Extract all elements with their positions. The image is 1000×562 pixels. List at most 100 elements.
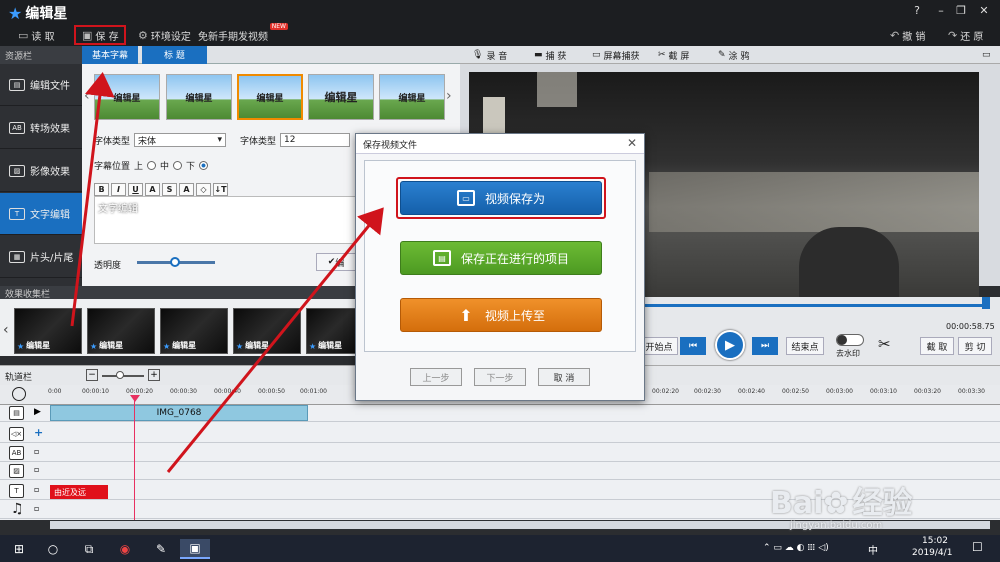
mute-icon: ◁× — [9, 427, 24, 441]
video-bright-area — [649, 172, 979, 232]
play-button[interactable]: ▶ — [715, 330, 745, 360]
effect-thumb[interactable]: ★ 编辑星 — [233, 308, 301, 354]
font-size-input[interactable]: 12 — [280, 133, 351, 147]
chevron-left-icon[interactable]: ‹ — [3, 322, 9, 338]
minimize-button[interactable]: – — [932, 4, 950, 17]
save-button[interactable]: ▣ 保 存 — [74, 25, 126, 45]
rewind-icon[interactable]: ⏮ — [680, 337, 706, 355]
playhead-marker[interactable] — [130, 395, 140, 402]
text-style-thumb-selected[interactable]: 编辑星 — [237, 74, 303, 120]
prev-button[interactable]: 上一步 — [410, 368, 462, 386]
font-color-button[interactable]: A — [145, 183, 160, 196]
baidu-watermark: Bai✿ 经验 — [770, 486, 913, 521]
lock-icon[interactable]: ▫ — [34, 465, 39, 474]
close-button[interactable]: ✕ — [975, 4, 993, 17]
lock-icon[interactable]: ▫ — [34, 447, 39, 456]
cancel-button[interactable]: 取 消 — [538, 368, 590, 386]
apply-button[interactable]: ✔ 编 — [316, 253, 356, 271]
chrome-icon[interactable]: ◉ — [114, 539, 136, 559]
forward-icon[interactable]: ⏭ — [752, 337, 778, 355]
opacity-slider-handle[interactable] — [170, 257, 180, 267]
shadow-button[interactable]: S — [162, 183, 177, 196]
close-icon[interactable]: ✕ — [627, 136, 637, 150]
end-point-button[interactable]: 结束点 — [786, 337, 824, 355]
time-display: 00:00:58.75 — [946, 322, 995, 331]
save-project-button[interactable]: ▤ 保存正在进行的项目 — [400, 241, 602, 275]
radio-bottom[interactable] — [199, 161, 209, 170]
start-point-button[interactable]: 开始点 — [640, 337, 678, 355]
text-style-thumb[interactable]: 编辑星 — [166, 74, 232, 120]
notification-icon[interactable]: ☐ — [972, 540, 983, 554]
sidebar-item-edit-file[interactable]: ▤ 编辑文件 — [0, 64, 82, 106]
tick-label: 00:00:30 — [170, 388, 197, 395]
trim-button[interactable]: 截 取 — [920, 337, 954, 355]
tray-icons[interactable]: ⌃ ▭ ☁ ◐ 𝍖 ◁) — [763, 543, 829, 553]
paint-app-icon[interactable]: ✎ — [150, 539, 172, 559]
effect-thumb[interactable]: ★ 编辑星 — [14, 308, 82, 354]
font-select[interactable]: 宋体 ▾ — [134, 133, 227, 147]
add-icon[interactable]: + — [34, 426, 43, 439]
text-clip[interactable]: 由近及远 — [50, 485, 108, 499]
upload-button[interactable]: ⬆ 视频上传至 — [400, 298, 602, 332]
help-button[interactable]: ? — [908, 4, 926, 17]
screen-capture-button[interactable]: ▭ 屏幕捕获 — [592, 48, 640, 62]
chevron-right-icon[interactable]: › — [446, 88, 452, 104]
fill-icon[interactable]: ◇ — [196, 183, 211, 196]
tutorial-link[interactable]: 免新手期发视频 NEW — [198, 23, 288, 43]
record-button[interactable]: 🎙 录 音 — [472, 48, 507, 62]
next-button[interactable]: 下一步 — [474, 368, 526, 386]
watermark-toggle[interactable] — [836, 334, 864, 346]
text-style-thumb[interactable]: 编辑星 — [379, 74, 445, 120]
clock-time: 15:02 — [922, 536, 948, 546]
maximize-preview-icon[interactable]: ▭ — [982, 48, 991, 62]
search-icon[interactable]: ○ — [42, 539, 64, 559]
windows-start-icon[interactable]: ⊞ — [8, 539, 30, 559]
open-button[interactable]: ▭ 读 取 — [18, 27, 55, 43]
task-view-icon[interactable]: ⧉ — [78, 539, 100, 559]
radio-middle[interactable] — [173, 161, 183, 170]
zoom-slider-handle[interactable] — [116, 371, 124, 379]
progress-handle[interactable] — [982, 297, 990, 309]
redo-button[interactable]: ↷ 还 原 — [948, 27, 983, 43]
tab-basic-subtitle[interactable]: 基本字幕 — [82, 46, 139, 64]
chevron-left-icon[interactable]: ‹ — [84, 88, 90, 104]
restore-button[interactable]: ❐ — [952, 4, 970, 17]
playhead[interactable] — [134, 395, 135, 520]
zoom-out-icon[interactable]: − — [86, 369, 98, 381]
ime-indicator[interactable]: 中 — [868, 542, 878, 557]
effect-thumb[interactable]: ★ 编辑星 — [160, 308, 228, 354]
outline-button[interactable]: A — [179, 183, 194, 196]
video-machine — [799, 227, 899, 297]
effect-thumb[interactable]: ★ 编辑星 — [87, 308, 155, 354]
underline-button[interactable]: U — [128, 183, 143, 196]
undo-button[interactable]: ↶ 撤 销 — [890, 27, 925, 43]
radio-top[interactable] — [147, 161, 157, 170]
capture-button[interactable]: ▬ 捕 获 — [534, 48, 566, 62]
screenshot-button[interactable]: ✂ 截 屏 — [658, 48, 689, 62]
editor-app-icon[interactable]: ▣ — [180, 539, 210, 559]
text-edit-area[interactable]: 文字编辑 — [94, 196, 364, 244]
vertical-text-button[interactable]: ↓T — [213, 183, 228, 196]
save-as-button[interactable]: ▭ 视频保存为 — [400, 181, 602, 215]
paint-button[interactable]: ✎ 涂 鸦 — [718, 48, 749, 62]
expand-icon[interactable]: ▶ — [34, 407, 41, 417]
lock-icon[interactable]: ▫ — [34, 504, 39, 513]
tab-title[interactable]: 标 题 — [142, 46, 207, 64]
effect-thumb[interactable]: ★ 编辑星 — [306, 308, 356, 354]
settings-button[interactable]: ⚙ 环境设定 — [138, 27, 191, 43]
lock-icon[interactable]: ▫ — [34, 485, 39, 494]
bold-button[interactable]: B — [94, 183, 109, 196]
sidebar-item-text[interactable]: T 文字编辑 — [0, 193, 82, 235]
scissors-icon[interactable]: ✂ — [878, 335, 891, 353]
position-row: 字幕位置 上 中 下 — [94, 159, 209, 172]
sidebar-item-title[interactable]: ▦ 片头/片尾 — [0, 236, 82, 278]
video-clip[interactable]: IMG_0768 — [50, 405, 308, 421]
cut-button[interactable]: 剪 切 — [958, 337, 992, 355]
italic-button[interactable]: I — [111, 183, 126, 196]
text-style-thumb[interactable]: 编辑星 — [308, 74, 374, 120]
sidebar-item-effects[interactable]: ▨ 影像效果 — [0, 150, 82, 192]
text-style-thumb[interactable]: 编辑星 — [94, 74, 160, 120]
sidebar-item-transitions[interactable]: AB 转场效果 — [0, 107, 82, 149]
zoom-in-icon[interactable]: + — [148, 369, 160, 381]
monitor-icon: ▭ — [592, 50, 601, 60]
